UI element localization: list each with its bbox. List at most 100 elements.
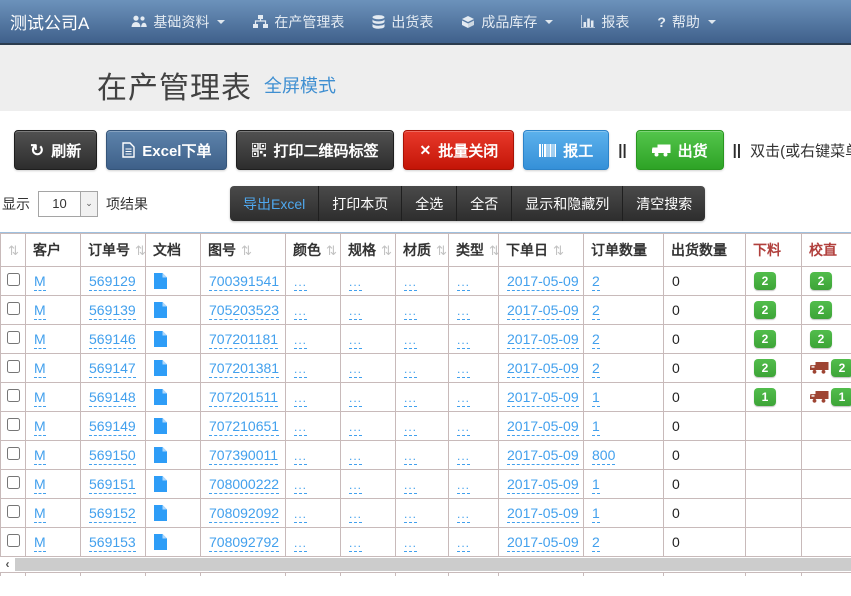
- process-jiaozhi-cell[interactable]: [802, 412, 851, 441]
- document-file-icon[interactable]: [154, 505, 167, 521]
- spec-edit-link[interactable]: ...: [349, 333, 362, 349]
- order-no-link[interactable]: 569149: [89, 418, 136, 436]
- order-no-link[interactable]: 569148: [89, 389, 136, 407]
- color-edit-link[interactable]: ...: [294, 420, 307, 436]
- order-qty-link[interactable]: 1: [592, 389, 600, 407]
- color-edit-link[interactable]: ...: [294, 391, 307, 407]
- process-xialiao-cell[interactable]: [746, 528, 802, 557]
- spec-edit-link[interactable]: ...: [349, 362, 362, 378]
- document-file-icon[interactable]: [154, 447, 167, 463]
- order-date-link[interactable]: 2017-05-09: [507, 302, 579, 320]
- drawing-no-link[interactable]: 705203523: [209, 302, 279, 320]
- horizontal-scrollbar[interactable]: ‹: [0, 557, 851, 572]
- column-header-drawing-no[interactable]: 图号⇅: [201, 234, 286, 267]
- order-no-link[interactable]: 569129: [89, 273, 136, 291]
- color-edit-link[interactable]: ...: [294, 275, 307, 291]
- process-count-badge[interactable]: 1: [754, 388, 776, 406]
- customer-link[interactable]: M: [34, 389, 46, 407]
- process-xialiao-cell[interactable]: 2: [746, 354, 802, 383]
- customer-link[interactable]: M: [34, 360, 46, 378]
- row-checkbox[interactable]: [7, 534, 20, 547]
- refresh-button[interactable]: ↻ 刷新: [14, 130, 97, 170]
- order-no-link[interactable]: 569152: [89, 505, 136, 523]
- drawing-no-link[interactable]: 708092792: [209, 534, 279, 552]
- material-edit-link[interactable]: ...: [404, 333, 417, 349]
- order-date-link[interactable]: 2017-05-09: [507, 360, 579, 378]
- type-edit-link[interactable]: ...: [457, 333, 470, 349]
- column-header-order-no[interactable]: 订单号⇅: [81, 234, 146, 267]
- spec-edit-link[interactable]: ...: [349, 536, 362, 552]
- process-count-badge[interactable]: 2: [810, 272, 832, 290]
- process-count-badge[interactable]: 2: [754, 359, 776, 377]
- row-checkbox[interactable]: [7, 476, 20, 489]
- process-count-badge[interactable]: 2: [810, 301, 832, 319]
- drawing-no-link[interactable]: 700391541: [209, 273, 279, 291]
- color-edit-link[interactable]: ...: [294, 362, 307, 378]
- process-jiaozhi-cell[interactable]: 2: [802, 354, 851, 383]
- order-no-link[interactable]: 569151: [89, 476, 136, 494]
- process-xialiao-cell[interactable]: [746, 470, 802, 499]
- type-edit-link[interactable]: ...: [457, 507, 470, 523]
- column-header-order-date[interactable]: 下单日⇅: [499, 234, 584, 267]
- order-qty-link[interactable]: 2: [592, 534, 600, 552]
- color-edit-link[interactable]: ...: [294, 304, 307, 320]
- type-edit-link[interactable]: ...: [457, 304, 470, 320]
- order-no-link[interactable]: 569147: [89, 360, 136, 378]
- spec-edit-link[interactable]: ...: [349, 304, 362, 320]
- row-checkbox[interactable]: [7, 302, 20, 315]
- fullscreen-mode-link[interactable]: 全屏模式: [264, 72, 336, 98]
- process-jiaozhi-cell[interactable]: [802, 470, 851, 499]
- material-edit-link[interactable]: ...: [404, 275, 417, 291]
- process-xialiao-cell[interactable]: 2: [746, 296, 802, 325]
- order-date-link[interactable]: 2017-05-09: [507, 418, 579, 436]
- process-jiaozhi-cell[interactable]: 2: [802, 296, 851, 325]
- process-xialiao-cell[interactable]: [746, 441, 802, 470]
- report-work-button[interactable]: 报工: [523, 130, 609, 170]
- nav-item-help[interactable]: ? 帮助: [643, 12, 730, 32]
- type-edit-link[interactable]: ...: [457, 449, 470, 465]
- spec-edit-link[interactable]: ...: [349, 420, 362, 436]
- material-edit-link[interactable]: ...: [404, 391, 417, 407]
- export-excel-button[interactable]: 导出Excel: [230, 186, 319, 221]
- order-qty-link[interactable]: 800: [592, 447, 615, 465]
- order-date-link[interactable]: 2017-05-09: [507, 331, 579, 349]
- column-header-type[interactable]: 类型⇅: [449, 234, 499, 267]
- order-qty-link[interactable]: 2: [592, 360, 600, 378]
- order-no-link[interactable]: 569153: [89, 534, 136, 552]
- row-checkbox[interactable]: [7, 447, 20, 460]
- scroll-left-arrow[interactable]: ‹: [0, 557, 15, 572]
- order-date-link[interactable]: 2017-05-09: [507, 447, 579, 465]
- select-none-button[interactable]: 全否: [457, 186, 512, 221]
- column-header-material[interactable]: 材质⇅: [396, 234, 449, 267]
- material-edit-link[interactable]: ...: [404, 420, 417, 436]
- sort-icon[interactable]: ⇅: [326, 243, 337, 258]
- color-edit-link[interactable]: ...: [294, 449, 307, 465]
- customer-link[interactable]: M: [34, 331, 46, 349]
- nav-item-finished-stock[interactable]: 成品库存: [447, 12, 567, 32]
- process-count-badge[interactable]: 2: [754, 301, 776, 319]
- spec-edit-link[interactable]: ...: [349, 275, 362, 291]
- color-edit-link[interactable]: ...: [294, 478, 307, 494]
- process-xialiao-cell[interactable]: 2: [746, 267, 802, 296]
- material-edit-link[interactable]: ...: [404, 449, 417, 465]
- sort-icon[interactable]: ⇅: [436, 243, 447, 258]
- process-jiaozhi-cell[interactable]: 2: [802, 267, 851, 296]
- sort-icon[interactable]: ⇅: [489, 243, 499, 258]
- nav-item-reports[interactable]: 报表: [567, 12, 643, 32]
- select-all-button[interactable]: 全选: [402, 186, 457, 221]
- row-checkbox[interactable]: [7, 389, 20, 402]
- order-no-link[interactable]: 569139: [89, 302, 136, 320]
- nav-item-basic-data[interactable]: 基础资料: [117, 12, 239, 32]
- material-edit-link[interactable]: ...: [404, 478, 417, 494]
- print-qrcode-button[interactable]: 打印二维码标签: [236, 130, 394, 170]
- column-header-select[interactable]: ⇅: [1, 234, 26, 267]
- customer-link[interactable]: M: [34, 302, 46, 320]
- nav-item-in-production[interactable]: 在产管理表: [239, 12, 358, 32]
- color-edit-link[interactable]: ...: [294, 333, 307, 349]
- process-jiaozhi-cell[interactable]: [802, 499, 851, 528]
- spec-edit-link[interactable]: ...: [349, 478, 362, 494]
- order-no-link[interactable]: 569150: [89, 447, 136, 465]
- document-file-icon[interactable]: [154, 389, 167, 405]
- order-date-link[interactable]: 2017-05-09: [507, 534, 579, 552]
- process-count-badge[interactable]: 1: [831, 388, 851, 406]
